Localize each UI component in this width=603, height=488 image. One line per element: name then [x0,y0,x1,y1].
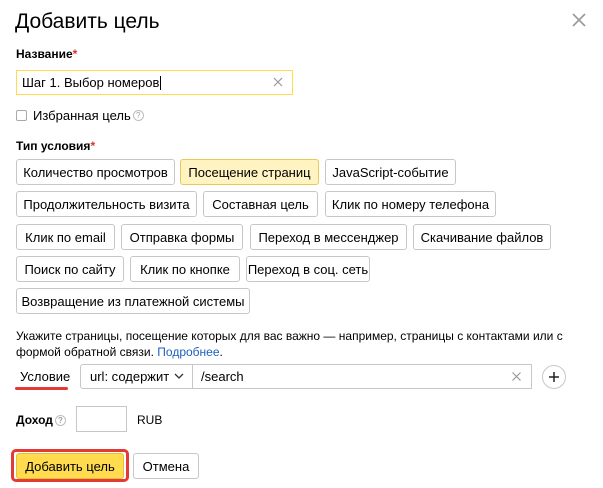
learn-more-link[interactable]: Подробнее [157,345,219,359]
type-option-email-click[interactable]: Клик по email [16,224,115,250]
type-option-file-download[interactable]: Скачивание файлов [413,224,551,250]
condition-operator-select[interactable]: url: содержит [80,364,193,389]
currency-label: RUB [137,413,163,427]
goal-name-input[interactable]: Шаг 1. Выбор номеров [16,70,293,95]
plus-icon [549,372,559,382]
type-option-site-search[interactable]: Поиск по сайту [16,256,124,282]
add-goal-button[interactable]: Добавить цель [16,453,124,479]
type-option-visit-duration[interactable]: Продолжительность визита [16,191,197,217]
condition-url-value: /search [201,369,244,384]
help-icon[interactable]: ? [54,414,66,426]
cancel-button[interactable]: Отмена [133,453,199,479]
condition-operator-value: url: содержит [90,369,170,384]
close-icon[interactable] [569,10,589,30]
type-option-payment-return[interactable]: Возвращение из платежной системы [16,288,250,314]
condition-label: Условие [20,369,71,384]
type-option-phone-click[interactable]: Клик по номеру телефона [325,191,496,217]
clear-icon[interactable] [511,371,522,382]
condition-url-input[interactable]: /search [192,364,532,389]
type-option-social-network[interactable]: Переход в соц. сеть [246,256,370,282]
condition-type-label: Тип условия* [16,139,96,153]
help-icon[interactable]: ? [132,110,144,121]
income-label: Доход ? [16,413,66,427]
favorite-goal-row: Избранная цель ? [16,108,144,123]
favorite-goal-checkbox[interactable] [16,110,27,121]
text-caret [160,75,162,90]
type-option-composite-goal[interactable]: Составная цель [203,191,318,217]
type-option-button-click[interactable]: Клик по кнопке [130,256,240,282]
dialog-title: Добавить цель [15,10,160,33]
goal-name-value: Шаг 1. Выбор номеров [22,75,160,90]
favorite-goal-label[interactable]: Избранная цель [33,108,131,123]
type-option-javascript-event[interactable]: JavaScript-событие [325,159,456,185]
condition-description: Укажите страницы, посещение которых для … [16,329,563,359]
type-option-form-submit[interactable]: Отправка формы [121,224,243,250]
clear-icon[interactable] [272,76,284,88]
type-option-page-visit[interactable]: Посещение страниц [180,159,319,185]
add-condition-button[interactable] [542,365,566,389]
type-option-pageviews[interactable]: Количество просмотров [16,159,175,185]
chevron-down-icon [174,373,184,379]
type-option-messenger[interactable]: Переход в мессенджер [250,224,407,250]
name-label: Название* [16,47,78,61]
condition-label-highlight [15,387,68,390]
income-input[interactable] [76,406,127,432]
